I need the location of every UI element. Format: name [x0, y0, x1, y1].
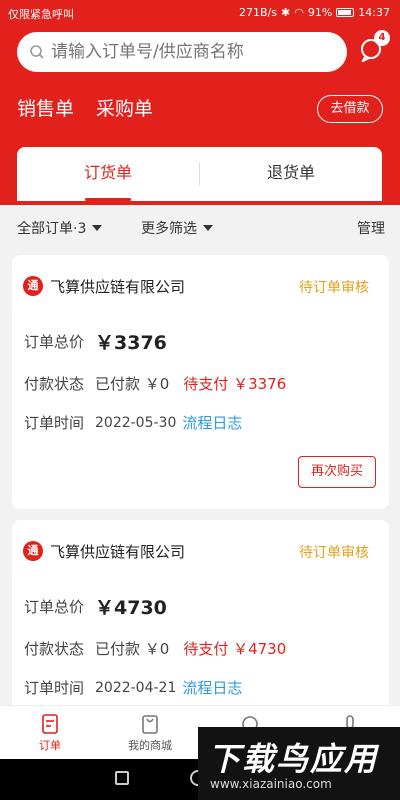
- paid-amount: 已付款 ￥0: [95, 640, 170, 658]
- battery-percent: 91%: [307, 6, 333, 19]
- pending-amount: 待支付 ￥3376: [183, 375, 287, 393]
- total-row: 订单总价 ￥4730: [24, 593, 167, 620]
- watermark: 下载鸟应用 www.xiazainiao.com: [198, 727, 400, 800]
- emergency-call-text: 仅限紧急呼叫: [8, 8, 74, 21]
- all-orders-filter[interactable]: 全部订单·3: [17, 218, 103, 238]
- order-icon: [42, 714, 58, 734]
- paid-amount: 已付款 ￥0: [95, 375, 170, 393]
- clock: 14:37: [358, 6, 390, 19]
- rebuy-button[interactable]: 再次购买: [298, 456, 376, 488]
- total-price: ￥4730: [95, 597, 167, 619]
- status-icons: 271B/s ✱ ◠ 91% 14:37: [239, 6, 390, 19]
- borrow-button[interactable]: 去借款: [317, 95, 383, 123]
- tab-order[interactable]: 订货单: [17, 147, 199, 201]
- time-row: 订单时间 2022-05-30 流程日志: [24, 412, 242, 433]
- time-label: 订单时间: [24, 414, 85, 432]
- total-label: 订单总价: [24, 598, 85, 616]
- tab-bar: 订货单 退货单: [17, 147, 382, 201]
- search-bar[interactable]: [17, 32, 347, 72]
- total-row: 订单总价 ￥3376: [24, 328, 167, 355]
- caret-down-icon: [92, 225, 103, 231]
- order-date: 2022-05-30: [95, 414, 177, 431]
- time-label: 订单时间: [24, 679, 85, 697]
- process-log-link[interactable]: 流程日志: [182, 677, 242, 698]
- supplier-logo-icon: 通: [23, 276, 43, 296]
- bottom-nav-label: 订单: [39, 739, 61, 752]
- battery-icon: [336, 8, 355, 17]
- bluetooth-icon: ✱: [281, 6, 291, 19]
- message-button[interactable]: 4: [358, 30, 390, 64]
- network-speed: 271B/s: [239, 6, 278, 19]
- supplier-name: 飞算供应链有限公司: [50, 278, 186, 296]
- payment-row: 付款状态 已付款 ￥0 待支付 ￥3376: [24, 373, 286, 394]
- order-card[interactable]: 通 飞算供应链有限公司 待订单审核 订单总价 ￥4730 付款状态 已付款 ￥0…: [12, 520, 389, 720]
- status-bar: 仅限紧急呼叫 271B/s ✱ ◠ 91% 14:37: [0, 0, 400, 26]
- shopping-bag-icon: [142, 715, 158, 734]
- recent-apps-icon[interactable]: [115, 771, 129, 785]
- payment-label: 付款状态: [24, 640, 85, 658]
- supplier-logo-icon: 通: [23, 541, 43, 561]
- search-input[interactable]: [51, 42, 331, 62]
- total-label: 订单总价: [24, 333, 85, 351]
- process-log-link[interactable]: 流程日志: [182, 412, 242, 433]
- supplier-name: 飞算供应链有限公司: [50, 543, 186, 561]
- order-type-nav: 销售单 采购单: [17, 94, 153, 121]
- payment-label: 付款状态: [24, 375, 85, 393]
- message-badge: 4: [374, 30, 390, 46]
- bottom-nav-orders[interactable]: 订单: [0, 706, 100, 760]
- nav-sales[interactable]: 销售单: [17, 94, 74, 121]
- all-orders-label: 全部订单·3: [17, 221, 87, 237]
- more-filters[interactable]: 更多筛选: [141, 218, 213, 238]
- caret-down-icon: [203, 225, 213, 231]
- watermark-url: www.xiazainiao.com: [210, 777, 332, 791]
- order-status: 待订单审核: [299, 545, 369, 561]
- time-row: 订单时间 2022-04-21 流程日志: [24, 677, 242, 698]
- order-status: 待订单审核: [299, 280, 369, 296]
- bottom-nav-label: 我的商城: [128, 739, 172, 752]
- payment-row: 付款状态 已付款 ￥0 待支付 ￥4730: [24, 638, 286, 659]
- more-filters-label: 更多筛选: [141, 221, 197, 237]
- order-date: 2022-04-21: [95, 679, 177, 696]
- order-card[interactable]: 通 飞算供应链有限公司 待订单审核 订单总价 ￥3376 付款状态 已付款 ￥0…: [12, 255, 389, 509]
- watermark-title: 下载鸟应用: [208, 740, 379, 778]
- total-price: ￥3376: [95, 332, 167, 354]
- manage-button[interactable]: 管理: [357, 218, 385, 238]
- filter-bar: 全部订单·3 更多筛选 管理: [0, 205, 400, 247]
- wifi-icon: ◠: [294, 6, 304, 19]
- bottom-nav-mall[interactable]: 我的商城: [100, 706, 200, 760]
- search-icon: [30, 45, 44, 59]
- nav-purchase[interactable]: 采购单: [96, 94, 153, 121]
- tab-return[interactable]: 退货单: [200, 147, 382, 201]
- pending-amount: 待支付 ￥4730: [183, 640, 287, 658]
